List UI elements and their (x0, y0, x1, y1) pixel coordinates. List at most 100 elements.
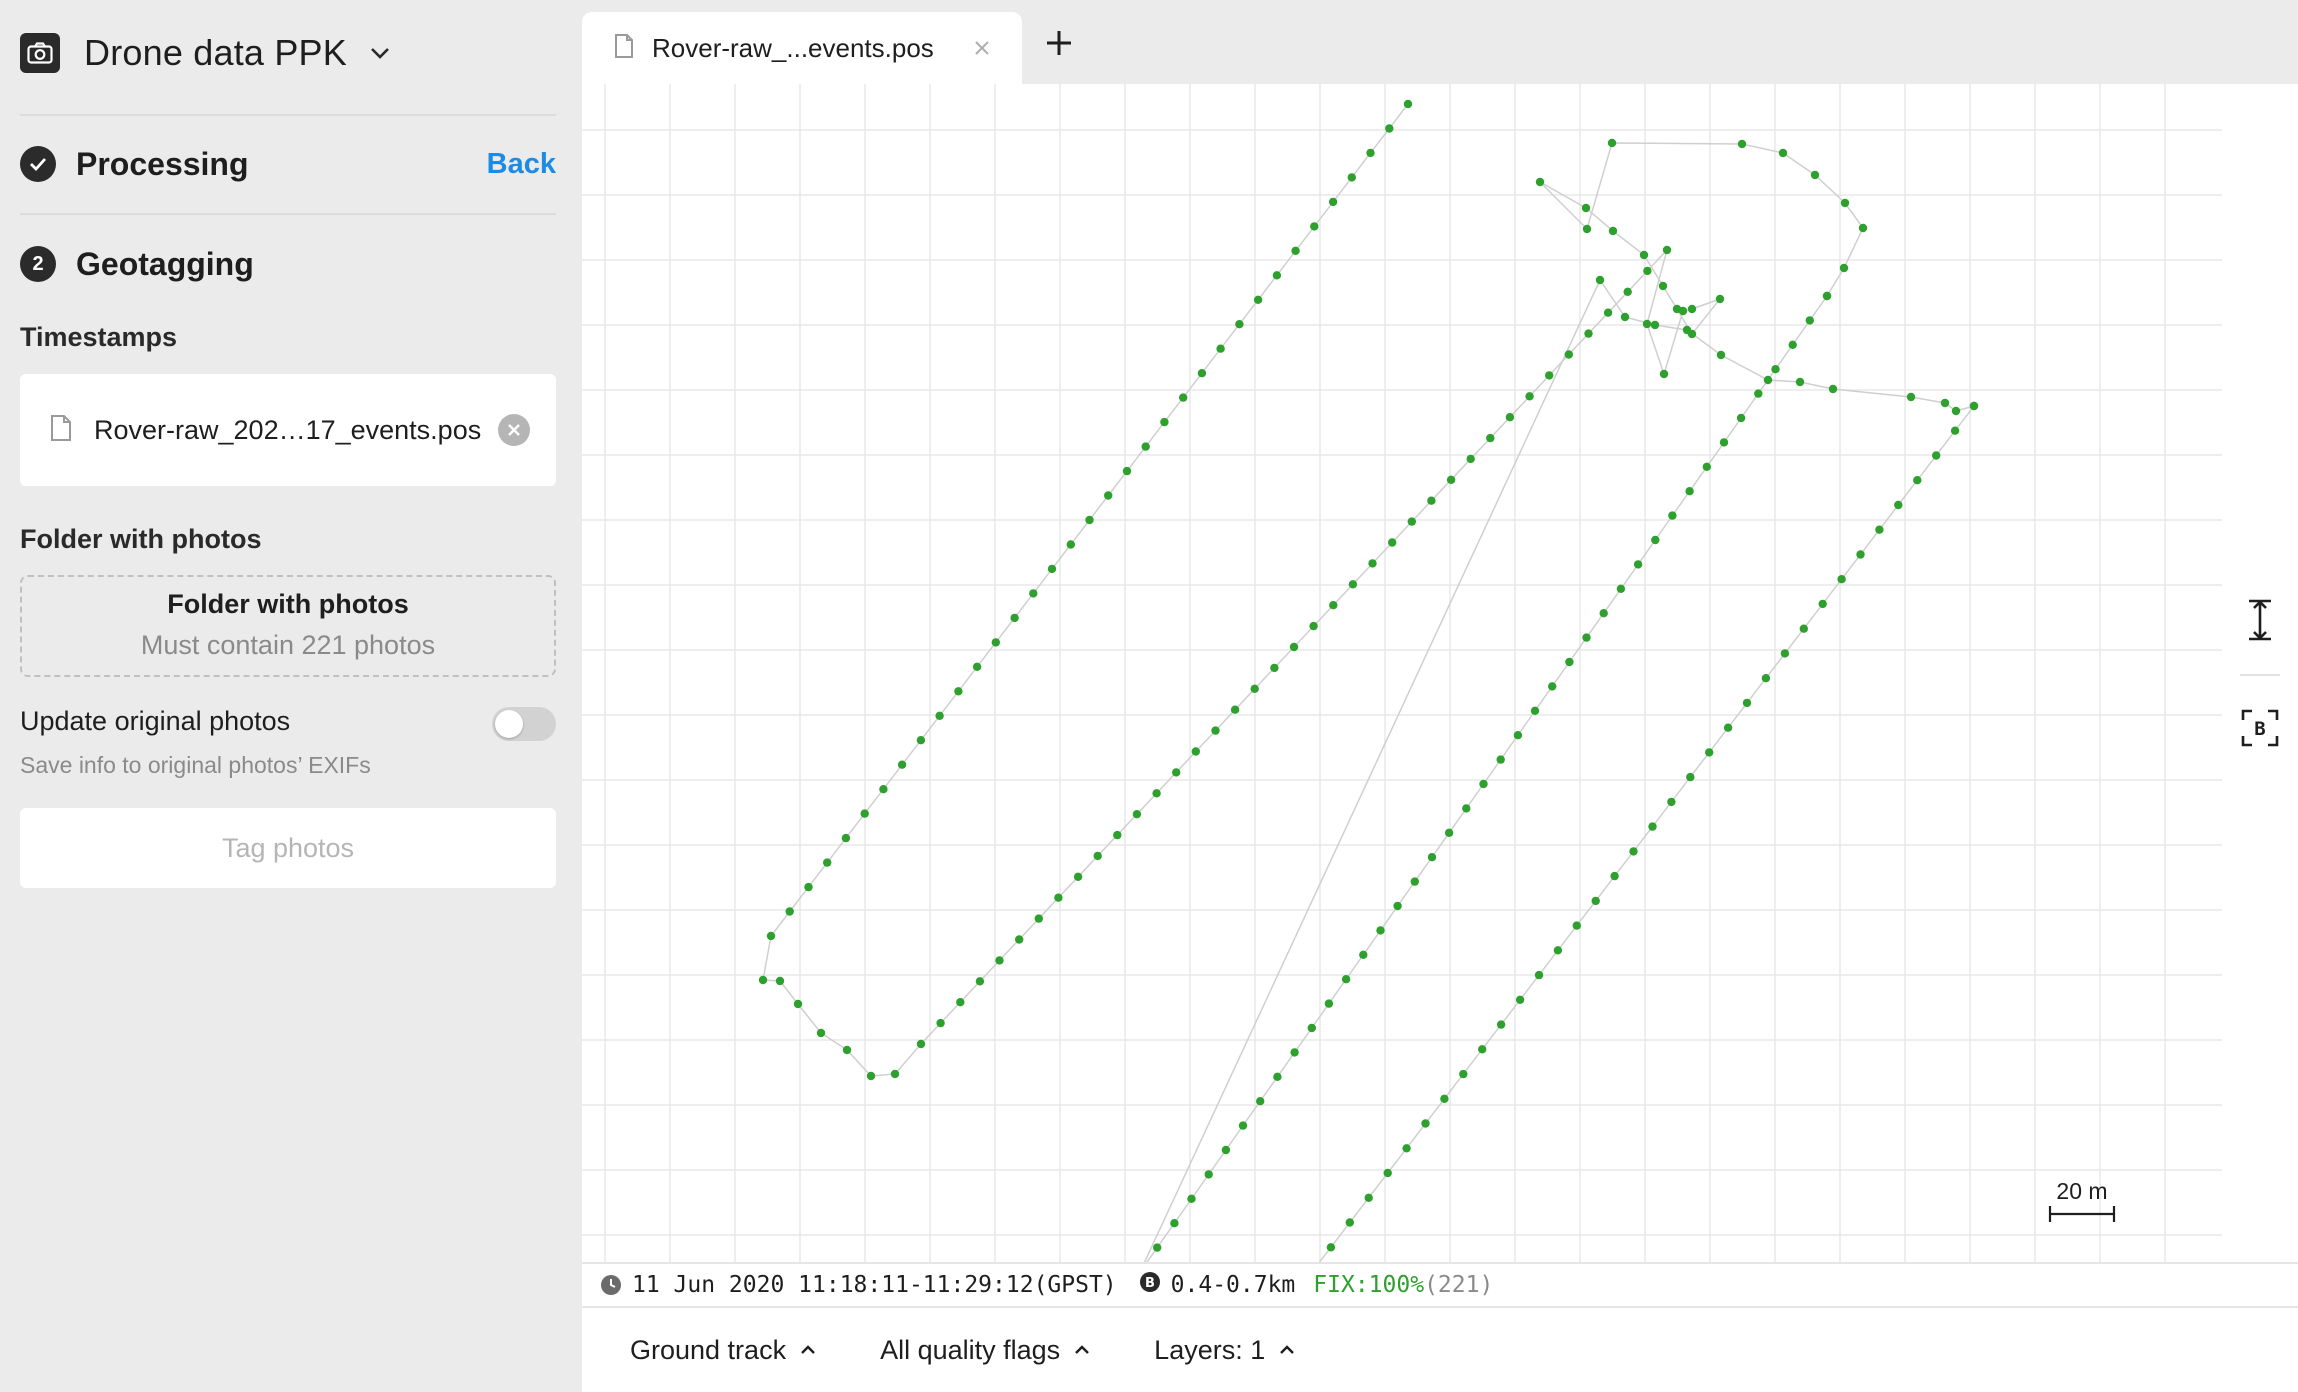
track-point (842, 1045, 852, 1055)
track-point (1015, 935, 1024, 944)
add-tab-icon[interactable] (1042, 26, 1076, 60)
ground-track-dropdown[interactable]: Ground track (630, 1335, 816, 1366)
track-point (1651, 535, 1660, 545)
track-point (1620, 312, 1630, 322)
track-point (1629, 847, 1638, 856)
layers-dropdown[interactable]: Layers: 1 (1154, 1335, 1295, 1366)
track-point (1478, 1045, 1487, 1054)
track-point (1376, 926, 1385, 935)
back-link[interactable]: Back (487, 148, 556, 181)
track-point (793, 999, 803, 1009)
chevron-up-icon (801, 1345, 815, 1354)
track-point (1595, 275, 1605, 285)
track-point (975, 977, 985, 986)
track-point (1548, 682, 1557, 691)
track-point (1705, 748, 1714, 757)
track-point (1383, 1168, 1392, 1178)
map-svg[interactable] (582, 84, 2222, 1262)
track-point (1427, 853, 1437, 862)
file-icon (614, 33, 634, 64)
track-point (785, 907, 794, 916)
track-point (1388, 538, 1397, 547)
track-point (1607, 138, 1617, 148)
chevron-up-icon (1280, 1345, 1295, 1354)
track-point (1104, 491, 1113, 500)
track-point (1875, 525, 1884, 534)
track-point (1659, 369, 1669, 379)
project-selector[interactable]: Drone data PPK (20, 30, 391, 76)
track-point (1687, 304, 1697, 314)
base-station-icon[interactable]: B (2236, 704, 2284, 752)
track-point (1805, 316, 1815, 325)
track-point (1639, 250, 1649, 260)
track-point (1113, 830, 1122, 840)
tab-rover-events[interactable]: Rover-raw_...events.pos (582, 12, 1022, 84)
track-point (1685, 487, 1694, 496)
tag-photos-button[interactable]: Tag photos (20, 808, 556, 888)
svg-text:B: B (1145, 1276, 1155, 1291)
track-point (1788, 340, 1797, 349)
track-point (1329, 601, 1338, 610)
track-point (1715, 294, 1725, 304)
timestamps-file-card[interactable]: Rover-raw_202…17_events.pos (20, 374, 556, 486)
status-bar: 11 Jun 2020 11:18:11-11:29:12(GPST) B 0.… (582, 1262, 2298, 1306)
track-point (1250, 684, 1259, 693)
track-point (1368, 559, 1377, 568)
track-point (1564, 350, 1573, 359)
track-point (1170, 1219, 1179, 1228)
track-point (1553, 946, 1563, 955)
track-point (1479, 779, 1488, 789)
track-point (1348, 580, 1358, 589)
track-point (1446, 475, 1456, 484)
track-point (1780, 649, 1790, 658)
track-point (916, 1039, 926, 1049)
track-point (1534, 970, 1544, 980)
track-point (1969, 401, 1979, 411)
track-point (1513, 731, 1523, 740)
track-point (1291, 246, 1300, 255)
track-point (1940, 398, 1950, 408)
track-point (1702, 462, 1712, 471)
chevron-down-icon[interactable] (369, 42, 391, 64)
track-point (1407, 517, 1416, 526)
scale-bar: 20 m (2048, 1178, 2116, 1224)
track-point (823, 858, 832, 867)
track-point (1535, 177, 1545, 187)
photos-drop-zone[interactable]: Folder with photos Must contain 221 phot… (20, 575, 556, 677)
track-point (1421, 1119, 1430, 1128)
toggle-knob (495, 710, 523, 738)
track-point (1582, 633, 1591, 642)
track-point (1633, 560, 1643, 569)
step-processing: Processing Back (20, 146, 556, 182)
track-point (1132, 810, 1142, 819)
track-point (1648, 822, 1657, 831)
track-point (1610, 871, 1619, 881)
dropdown-label: Layers: 1 (1154, 1334, 1266, 1365)
track-point (1270, 663, 1279, 673)
tab-label: Rover-raw_...events.pos (652, 32, 934, 63)
fit-height-icon[interactable] (2236, 596, 2284, 644)
track-point (1238, 1121, 1248, 1130)
track-point (1359, 950, 1368, 959)
track-point (1623, 287, 1632, 296)
track-point (1716, 350, 1726, 360)
track-point (1530, 706, 1540, 715)
point-count: (221) (1424, 1272, 1494, 1298)
divider (20, 114, 556, 116)
update-original-toggle[interactable] (492, 707, 556, 741)
quality-flags-dropdown[interactable]: All quality flags (880, 1335, 1090, 1366)
track-point (1906, 392, 1916, 402)
timestamps-file-name: Rover-raw_202…17_events.pos (94, 414, 482, 445)
close-icon[interactable] (970, 36, 994, 60)
track-point (956, 998, 965, 1007)
track-point (1643, 266, 1652, 276)
track-point (1204, 1170, 1213, 1179)
drop-zone-subtitle: Must contain 221 photos (140, 630, 436, 660)
track-point (866, 1071, 876, 1081)
track-point (1754, 389, 1763, 398)
clear-icon[interactable] (498, 414, 530, 446)
track-point (1668, 511, 1677, 520)
update-original-label: Update original photos (20, 706, 291, 736)
map-canvas[interactable] (582, 84, 2222, 1262)
checkmark-icon (20, 146, 56, 182)
